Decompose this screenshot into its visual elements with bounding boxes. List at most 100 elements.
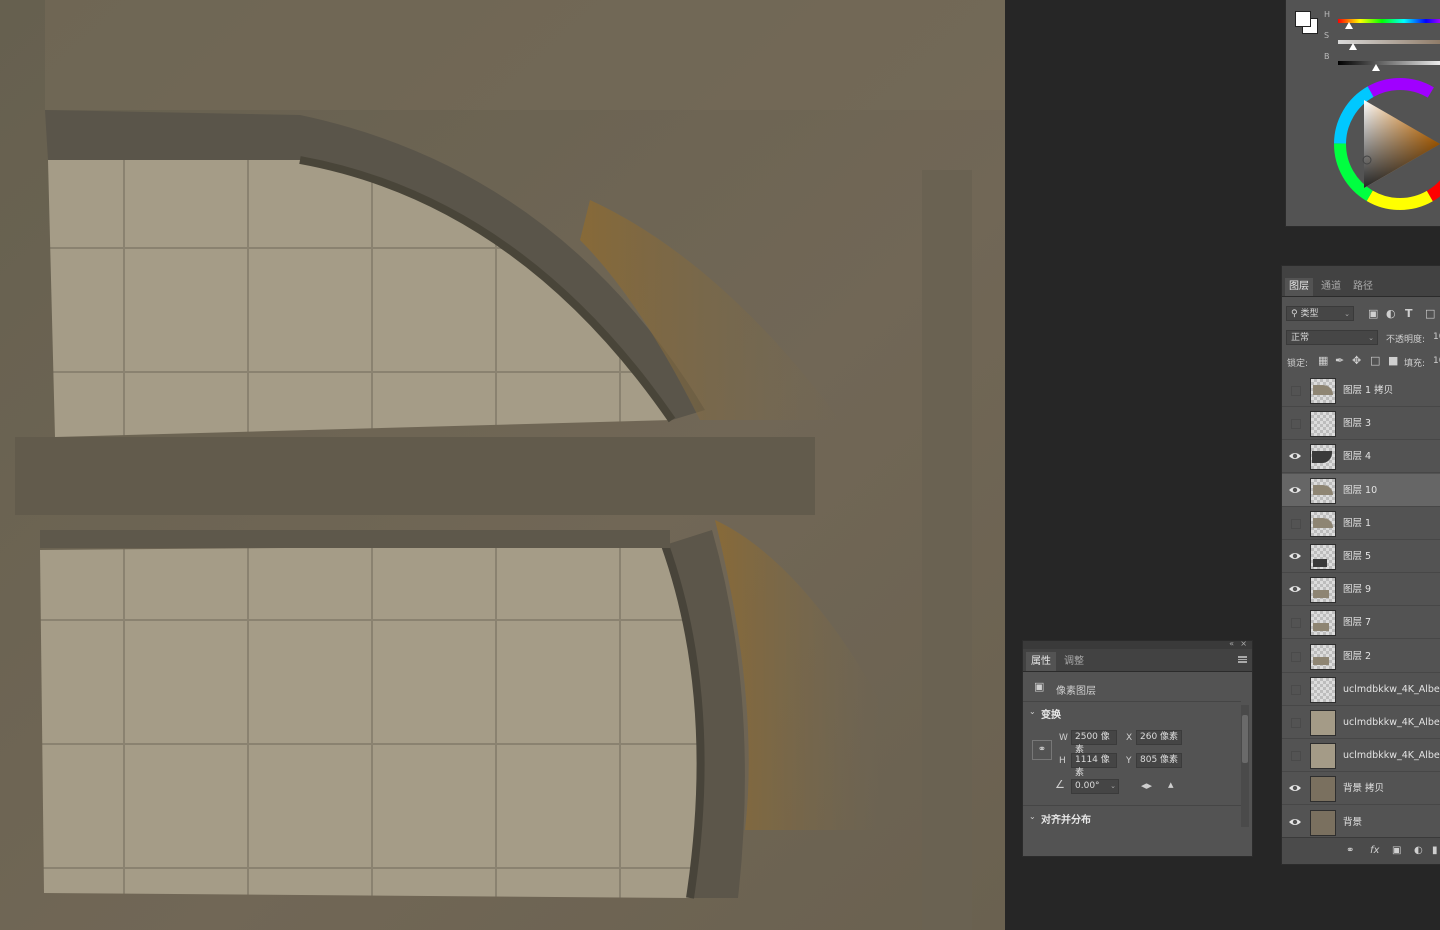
foreground-color-swatch[interactable] — [1295, 11, 1311, 27]
brightness-slider[interactable]: B — [1322, 52, 1440, 71]
opacity-value[interactable]: 10 — [1433, 332, 1440, 342]
shape-filter-icon[interactable]: □ — [1425, 308, 1435, 320]
layer-thumbnail[interactable] — [1310, 610, 1336, 637]
saturation-slider[interactable]: S — [1322, 31, 1440, 50]
fx-icon[interactable]: fx — [1370, 845, 1379, 857]
layer-thumbnail[interactable] — [1310, 743, 1336, 770]
layer-row[interactable]: 图层 2 — [1282, 640, 1440, 673]
layer-row[interactable]: 图层 10 — [1282, 473, 1440, 507]
layer-name[interactable]: 图层 4 — [1343, 440, 1371, 473]
layer-filter-select[interactable]: ⚲ 类型 ⌄ — [1286, 306, 1354, 321]
saturation-thumb[interactable] — [1349, 43, 1357, 50]
layer-thumbnail[interactable] — [1310, 378, 1336, 404]
image-filter-icon[interactable]: ▣ — [1368, 308, 1378, 320]
layer-name[interactable]: 背景 拷贝 — [1343, 772, 1384, 805]
layer-row[interactable]: 图层 9 — [1282, 573, 1440, 607]
layer-thumbnail[interactable] — [1310, 809, 1336, 836]
tab-channels[interactable]: 通道 — [1317, 278, 1345, 296]
layer-thumbnail[interactable] — [1310, 776, 1336, 803]
properties-scrollbar[interactable] — [1241, 705, 1249, 827]
layer-name[interactable]: uclmdbkkw_4K_Albedo — [1343, 706, 1440, 739]
layer-name[interactable]: 图层 1 拷贝 — [1343, 374, 1393, 407]
chevron-down-icon[interactable]: ⌄ — [1029, 707, 1036, 716]
layer-thumbnail[interactable] — [1310, 477, 1336, 504]
link-icon[interactable]: ⚭ — [1346, 845, 1354, 857]
layer-thumbnail[interactable] — [1310, 676, 1336, 703]
visibility-toggle[interactable] — [1291, 651, 1301, 662]
layer-thumbnail[interactable] — [1310, 411, 1336, 438]
layer-name[interactable]: uclmdbkkw_4K_Albedo — [1343, 739, 1440, 772]
width-field[interactable]: 2500 像素 — [1071, 730, 1117, 755]
fg-bg-swatch[interactable] — [1294, 10, 1318, 34]
layer-name[interactable]: 背景 — [1343, 806, 1362, 839]
angle-field[interactable]: 0.00° ⌄ — [1071, 779, 1119, 794]
visibility-toggle[interactable] — [1291, 618, 1301, 629]
eye-icon[interactable] — [1288, 483, 1302, 497]
brightness-track[interactable] — [1338, 61, 1440, 65]
tab-paths[interactable]: 路径 — [1349, 278, 1377, 296]
lock-artboard-icon[interactable]: □ — [1370, 355, 1380, 367]
eye-icon[interactable] — [1288, 449, 1302, 463]
layer-row[interactable]: uclmdbkkw_4K_Albedo — [1282, 673, 1440, 706]
lock-position-icon[interactable]: ✥ — [1352, 355, 1361, 367]
visibility-toggle[interactable] — [1291, 684, 1301, 695]
fill-value[interactable]: 10 — [1433, 356, 1440, 366]
color-wheel[interactable] — [1334, 76, 1440, 212]
close-icon[interactable]: × — [1240, 639, 1247, 648]
scrollbar-thumb[interactable] — [1242, 715, 1248, 763]
layer-row[interactable]: 图层 1 拷贝 — [1282, 374, 1440, 407]
tab-adjustments[interactable]: 调整 — [1059, 652, 1089, 671]
collapse-icon[interactable]: « — [1229, 639, 1234, 648]
layer-row[interactable]: 背景 — [1282, 806, 1440, 839]
y-field[interactable]: 805 像素 — [1136, 753, 1182, 768]
panel-menu-icon[interactable] — [1238, 656, 1247, 663]
layer-row[interactable]: 图层 1 — [1282, 507, 1440, 540]
layer-row[interactable]: 图层 5 — [1282, 540, 1440, 573]
layer-row[interactable]: uclmdbkkw_4K_Albedo — [1282, 739, 1440, 773]
layer-row[interactable]: 图层 4 — [1282, 440, 1440, 474]
layer-name[interactable]: 图层 10 — [1343, 474, 1377, 507]
mask-icon[interactable]: ▣ — [1392, 845, 1401, 857]
layer-name[interactable]: 图层 2 — [1343, 640, 1371, 673]
align-section-title[interactable]: 对齐并分布 — [1041, 811, 1091, 826]
adjustment-filter-icon[interactable]: ◐ — [1386, 308, 1396, 320]
layer-thumbnail[interactable] — [1310, 643, 1336, 670]
tab-layers[interactable]: 图层 — [1285, 278, 1313, 296]
flip-vertical-icon[interactable]: ▴ — [1168, 779, 1174, 791]
lock-transparent-icon[interactable]: ▦ — [1318, 355, 1328, 367]
eye-icon[interactable] — [1288, 582, 1302, 596]
tab-properties[interactable]: 属性 — [1026, 652, 1056, 671]
layer-thumbnail[interactable] — [1310, 577, 1336, 604]
layer-name[interactable]: uclmdbkkw_4K_Albedo — [1343, 673, 1440, 706]
layer-name[interactable]: 图层 7 — [1343, 606, 1371, 639]
layer-name[interactable]: 图层 1 — [1343, 507, 1371, 540]
brightness-thumb[interactable] — [1372, 64, 1380, 71]
eye-icon[interactable] — [1288, 815, 1302, 829]
flip-horizontal-icon[interactable]: ◂▸ — [1141, 780, 1152, 792]
layer-name[interactable]: 图层 3 — [1343, 407, 1371, 440]
visibility-toggle[interactable] — [1291, 419, 1301, 430]
hue-thumb[interactable] — [1345, 22, 1353, 29]
eye-icon[interactable] — [1288, 781, 1302, 795]
layer-thumbnail[interactable] — [1310, 444, 1336, 471]
height-field[interactable]: 1114 像素 — [1071, 753, 1117, 778]
layer-row[interactable]: 图层 3 — [1282, 407, 1440, 441]
hue-track[interactable] — [1338, 19, 1440, 23]
blend-mode-select[interactable]: 正常 ⌄ — [1286, 330, 1378, 345]
type-filter-icon[interactable]: T — [1405, 308, 1413, 320]
layer-thumbnail[interactable] — [1310, 710, 1336, 736]
eye-icon[interactable] — [1288, 549, 1302, 563]
lock-all-icon[interactable]: ■ — [1388, 355, 1398, 367]
layer-row[interactable]: uclmdbkkw_4K_Albedo — [1282, 706, 1440, 739]
visibility-toggle[interactable] — [1291, 751, 1301, 762]
hue-slider[interactable]: H — [1322, 10, 1440, 29]
link-dimensions-icon[interactable]: ⚭ — [1032, 740, 1052, 760]
visibility-toggle[interactable] — [1291, 718, 1301, 728]
trash-icon[interactable]: ▮ — [1432, 845, 1438, 857]
transform-section-title[interactable]: 变换 — [1041, 706, 1061, 721]
layer-thumbnail[interactable] — [1310, 544, 1336, 570]
x-field[interactable]: 260 像素 — [1136, 730, 1182, 745]
layer-name[interactable]: 图层 9 — [1343, 573, 1371, 606]
adjustment-icon[interactable]: ◐ — [1414, 845, 1423, 857]
lock-brush-icon[interactable]: ✒ — [1335, 355, 1344, 367]
